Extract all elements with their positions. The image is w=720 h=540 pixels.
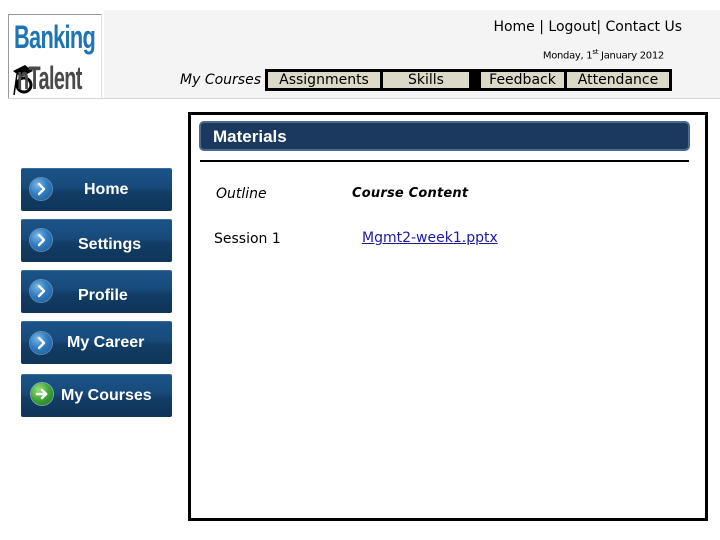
content-panel <box>188 112 708 521</box>
logo-text-banking: Banking <box>14 19 96 55</box>
logo[interactable]: Banking nTalent <box>8 14 102 98</box>
top-link-contact-us[interactable]: Contact Us <box>606 19 682 35</box>
arrow-right-icon <box>31 383 53 405</box>
chevron-right-icon <box>30 229 52 251</box>
section-divider <box>200 160 689 162</box>
link-separator: | <box>539 19 544 35</box>
sidebar-item-label: Profile <box>78 286 128 304</box>
section-title: Materials <box>213 127 287 146</box>
sidebar-item-settings[interactable]: Settings <box>21 219 172 262</box>
top-links: Home | Logout| Contact Us <box>493 19 682 35</box>
course-file-link[interactable]: Mgmt2-week1.pptx <box>362 230 498 246</box>
session-label: Session 1 <box>214 231 281 247</box>
sidebar-item-home[interactable]: Home <box>21 168 172 211</box>
tab-skills[interactable]: Skills <box>383 72 469 88</box>
chevron-right-icon <box>30 332 52 354</box>
column-header-course-content: Course Content <box>352 186 469 201</box>
top-link-logout[interactable]: Logout <box>548 19 596 35</box>
tab-assignments[interactable]: Assignments <box>268 72 380 88</box>
tab-spacer <box>472 72 478 88</box>
sidebar-item-label: Settings <box>78 235 142 253</box>
tab-attendance[interactable]: Attendance <box>567 72 669 88</box>
date-day: Monday, 1 <box>542 50 593 62</box>
sidebar-item-label: Home <box>84 180 129 198</box>
current-date: Monday, 1st January 2012 <box>543 48 664 61</box>
tab-group: Assignments Skills Feedback Attendance <box>265 69 672 91</box>
sidebar-item-label: My Career <box>67 333 145 351</box>
course-tabs: My Courses Assignments Skills Feedback A… <box>180 69 672 91</box>
chevron-right-icon <box>30 280 52 302</box>
logo-text-talent: nTalent <box>17 60 82 96</box>
sidebar-item-my-career[interactable]: My Career <box>21 321 172 364</box>
column-header-outline: Outline <box>216 186 267 202</box>
tab-feedback[interactable]: Feedback <box>481 72 564 88</box>
link-separator: | <box>596 19 602 35</box>
date-month-year: January 2012 <box>598 50 664 62</box>
top-link-home[interactable]: Home <box>493 19 534 35</box>
sidebar-item-label: My Courses <box>61 386 152 404</box>
sidebar-item-profile[interactable]: Profile <box>21 270 172 313</box>
header-divider <box>8 98 108 99</box>
materials-header: Materials <box>199 121 690 151</box>
sidebar-item-my-courses[interactable]: My Courses <box>21 374 172 417</box>
chevron-right-icon <box>30 178 52 200</box>
tab-my-courses[interactable]: My Courses <box>180 69 261 91</box>
